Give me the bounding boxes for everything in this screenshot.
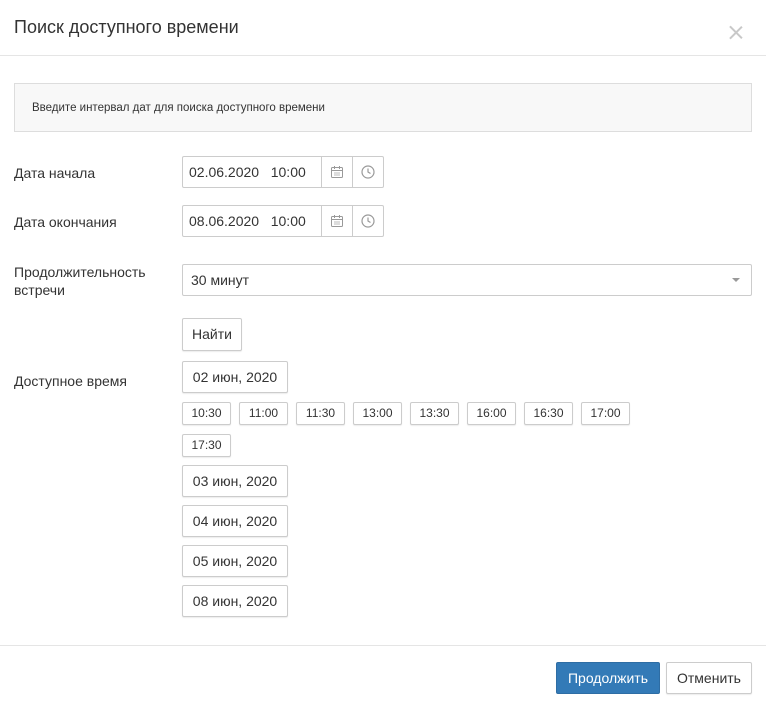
chevron-down-icon: [732, 278, 740, 282]
duration-select-value: 30 минут: [191, 272, 250, 288]
start-date-group: 02.06.2020 10:00: [182, 156, 384, 188]
find-button[interactable]: Найти: [182, 318, 242, 351]
time-slot[interactable]: 17:30: [182, 434, 231, 457]
time-slot[interactable]: 16:00: [467, 402, 516, 425]
day-button-3[interactable]: 05 июн, 2020: [182, 545, 288, 577]
duration-select[interactable]: 30 минут: [182, 264, 752, 296]
time-slot[interactable]: 13:30: [410, 402, 459, 425]
day-button-4[interactable]: 08 июн, 2020: [182, 585, 288, 617]
clock-icon: [361, 165, 375, 179]
end-clock-button[interactable]: [353, 205, 384, 237]
day-button-2[interactable]: 04 июн, 2020: [182, 505, 288, 537]
time-slot[interactable]: 10:30: [182, 402, 231, 425]
calendar-icon: [331, 166, 343, 178]
time-slot[interactable]: 16:30: [524, 402, 573, 425]
time-slot[interactable]: 17:00: [581, 402, 630, 425]
start-calendar-button[interactable]: [322, 156, 353, 188]
footer-divider: [0, 645, 766, 646]
end-date-label: Дата окончания: [14, 214, 117, 230]
dialog-title: Поиск доступного времени: [14, 17, 239, 37]
start-clock-button[interactable]: [353, 156, 384, 188]
day-button-1[interactable]: 03 июн, 2020: [182, 465, 288, 497]
close-icon[interactable]: [727, 24, 745, 42]
start-date-input[interactable]: 02.06.2020 10:00: [182, 156, 322, 188]
dialog-header: Поиск доступного времени: [0, 0, 766, 56]
end-date-group: 08.06.2020 10:00: [182, 205, 384, 237]
cancel-button[interactable]: Отменить: [666, 662, 752, 694]
clock-icon: [361, 214, 375, 228]
available-time-label: Доступное время: [14, 373, 127, 389]
duration-label-line1: Продолжительность: [14, 264, 146, 280]
info-banner: Введите интервал дат для поиска доступно…: [14, 83, 752, 132]
time-slot[interactable]: 11:00: [239, 402, 288, 425]
duration-label-line2: встречи: [14, 282, 65, 298]
duration-label: Продолжительность встречи: [14, 263, 146, 299]
time-slot[interactable]: 11:30: [296, 402, 345, 425]
day-button-0[interactable]: 02 июн, 2020: [182, 361, 288, 393]
calendar-icon: [331, 215, 343, 227]
end-calendar-button[interactable]: [322, 205, 353, 237]
time-slot[interactable]: 13:00: [353, 402, 402, 425]
continue-button[interactable]: Продолжить: [556, 662, 660, 694]
start-date-label: Дата начала: [14, 165, 96, 181]
end-date-input[interactable]: 08.06.2020 10:00: [182, 205, 322, 237]
